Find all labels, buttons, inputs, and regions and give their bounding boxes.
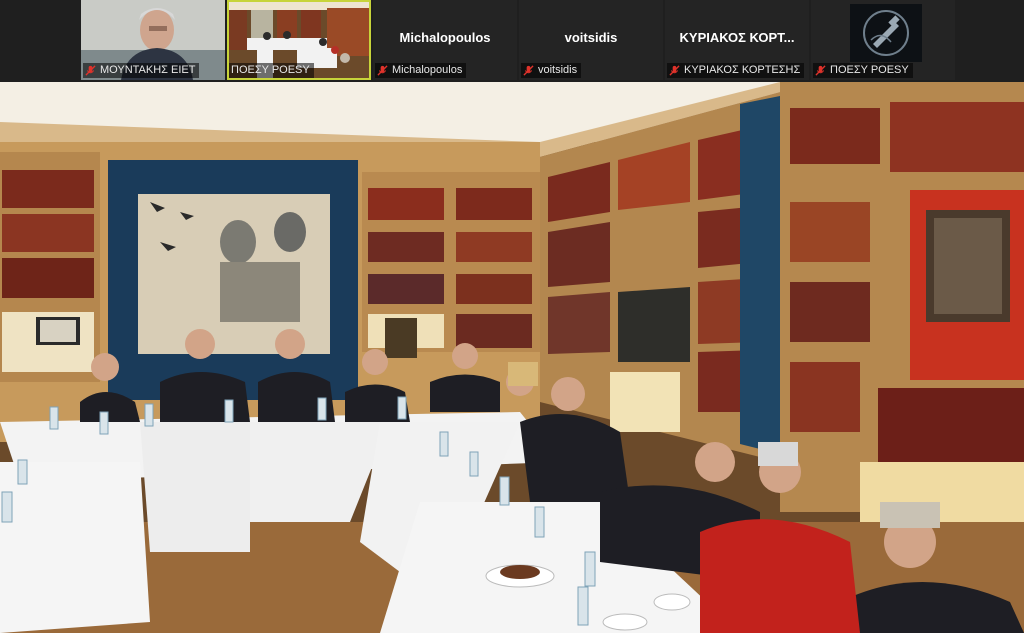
participant-name: Michalopoulos (392, 64, 463, 76)
meeting-room-scene (0, 82, 1024, 633)
participant-label: ΚΥΡΙΑΚΟΣ ΚΟΡΤΕΣΗΣ (667, 63, 805, 78)
participant-label: ΠΟΕΣΥ POESY (229, 63, 314, 78)
participant-display-name: ΚΥΡΙΑΚΟΣ ΚΟΡΤ... (679, 30, 795, 45)
participant-tile[interactable]: ΠΟΕΣΥ POESY (811, 0, 955, 80)
participant-name: ΠΟΕΣΥ POESY (830, 64, 909, 76)
mic-muted-icon (85, 65, 96, 76)
participant-tile[interactable]: ΜΟΥΝΤΑΚΗΣ ΕΙΕΤ (81, 0, 225, 80)
mic-muted-icon (523, 65, 534, 76)
participant-name: ΠΟΕΣΥ POESY (231, 64, 310, 76)
participant-display-name: voitsidis (564, 30, 618, 45)
mic-muted-icon (815, 65, 826, 76)
mic-muted-icon (377, 65, 388, 76)
participant-strip: ΜΟΥΝΤΑΚΗΣ ΕΙΕΤ ΠΟΕΣΥ POESY Michalopoulos (0, 0, 1024, 82)
participant-tile[interactable]: voitsidis voitsidis (519, 0, 663, 80)
participant-label: Michalopoulos (375, 63, 467, 78)
participant-label: voitsidis (521, 63, 582, 78)
participant-name: ΚΥΡΙΑΚΟΣ ΚΟΡΤΕΣΗΣ (684, 64, 801, 76)
participant-tile-active[interactable]: ΠΟΕΣΥ POESY (227, 0, 371, 80)
mic-muted-icon (669, 65, 680, 76)
participant-tile[interactable]: Michalopoulos Michalopoulos (373, 0, 517, 80)
participant-name: voitsidis (538, 64, 578, 76)
participant-name: ΜΟΥΝΤΑΚΗΣ ΕΙΕΤ (100, 64, 196, 76)
participant-tile[interactable]: ΚΥΡΙΑΚΟΣ ΚΟΡΤ... ΚΥΡΙΑΚΟΣ ΚΟΡΤΕΣΗΣ (665, 0, 809, 80)
participant-label: ΠΟΕΣΥ POESY (813, 63, 913, 78)
main-video (0, 82, 1024, 633)
participant-label: ΜΟΥΝΤΑΚΗΣ ΕΙΕΤ (83, 63, 200, 78)
participant-display-name: Michalopoulos (399, 30, 491, 45)
